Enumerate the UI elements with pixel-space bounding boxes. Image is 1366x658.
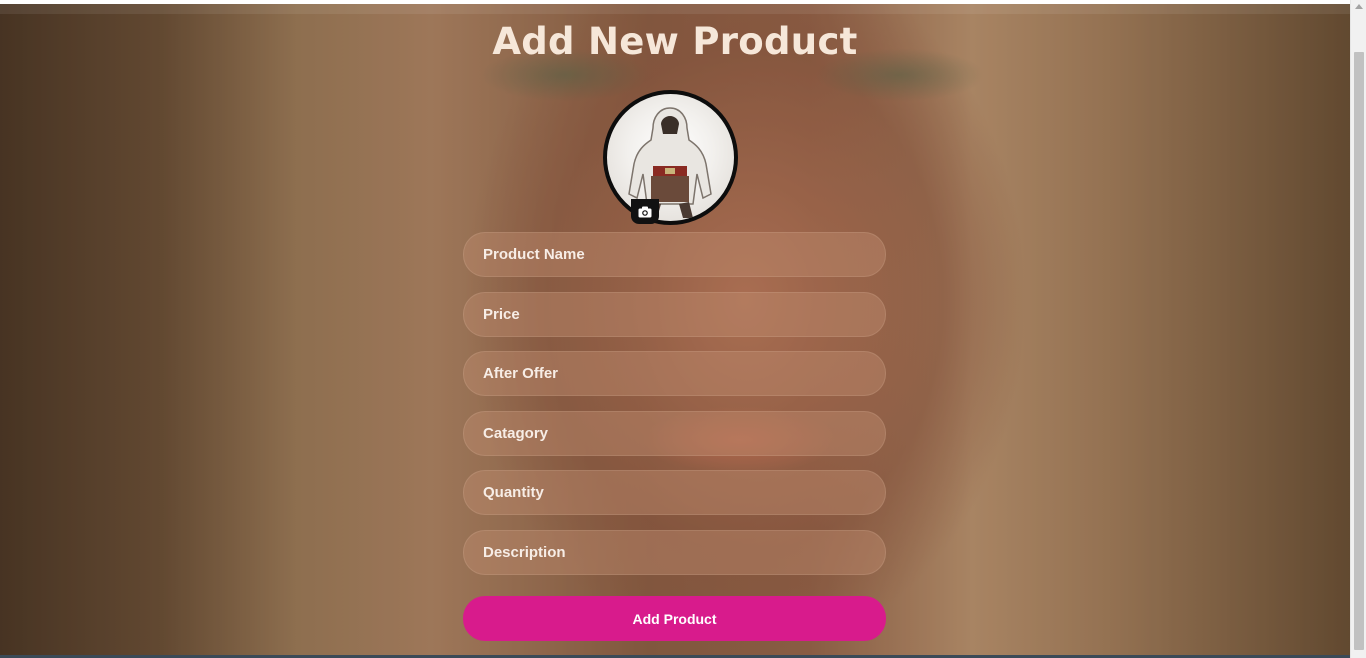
quantity-input[interactable] <box>464 471 885 514</box>
product-name-input[interactable] <box>464 233 885 276</box>
catagory-input[interactable] <box>464 412 885 455</box>
product-name-field[interactable] <box>463 232 886 277</box>
catagory-field[interactable] <box>463 411 886 456</box>
description-field[interactable] <box>463 530 886 575</box>
scrollbar-thumb[interactable] <box>1354 52 1364 650</box>
product-image-figure <box>628 107 712 218</box>
after-offer-field[interactable] <box>463 351 886 396</box>
page-viewport: Add New Product Add Product <box>0 0 1350 655</box>
top-strip <box>0 0 1350 14</box>
vertical-scrollbar[interactable] <box>1350 0 1366 658</box>
product-image[interactable] <box>603 90 738 225</box>
price-input[interactable] <box>464 293 885 336</box>
scroll-up-arrow-icon[interactable] <box>1355 4 1363 9</box>
price-field[interactable] <box>463 292 886 337</box>
camera-icon <box>638 206 652 217</box>
change-photo-button[interactable] <box>631 199 659 224</box>
after-offer-input[interactable] <box>464 352 885 395</box>
add-product-button[interactable]: Add Product <box>463 596 886 641</box>
page-title: Add New Product <box>492 20 858 63</box>
description-input[interactable] <box>464 531 885 574</box>
quantity-field[interactable] <box>463 470 886 515</box>
